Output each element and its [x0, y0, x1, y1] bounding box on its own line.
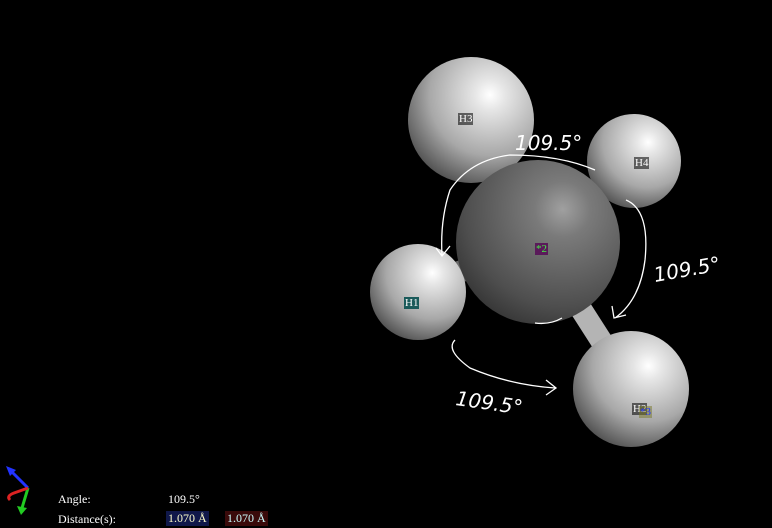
- distance-value-2: 1.070 Å: [225, 511, 268, 526]
- annotation-angle-bottom: 109.5°: [454, 386, 524, 419]
- xyz-axes-icon: [6, 466, 30, 515]
- angle-label: Angle:: [58, 492, 91, 506]
- atom-h2: [573, 331, 689, 447]
- distance-value-1: 1.070 Å: [166, 511, 209, 526]
- annotation-angle-right: 109.5°: [652, 252, 722, 287]
- atom-c2: [456, 160, 620, 324]
- molecule-canvas[interactable]: 109.5° 109.5° 109.5°: [0, 0, 772, 528]
- atom-label-h4: H4: [634, 157, 650, 169]
- atom-label-h1: H1: [404, 297, 420, 309]
- atom-marker-c2: *2: [535, 243, 548, 255]
- distance-label: Distance(s):: [58, 512, 116, 526]
- molecule-viewer[interactable]: 109.5° 109.5° 109.5° H3 H4 H1 *2 H2 *3 A…: [0, 0, 772, 528]
- atom-label-h3: H3: [458, 113, 474, 125]
- atom-marker-h2: *3: [639, 406, 652, 418]
- atom-h1: [370, 244, 466, 340]
- angle-value: 109.5°: [168, 492, 200, 506]
- annotation-angle-top: 109.5°: [515, 131, 582, 155]
